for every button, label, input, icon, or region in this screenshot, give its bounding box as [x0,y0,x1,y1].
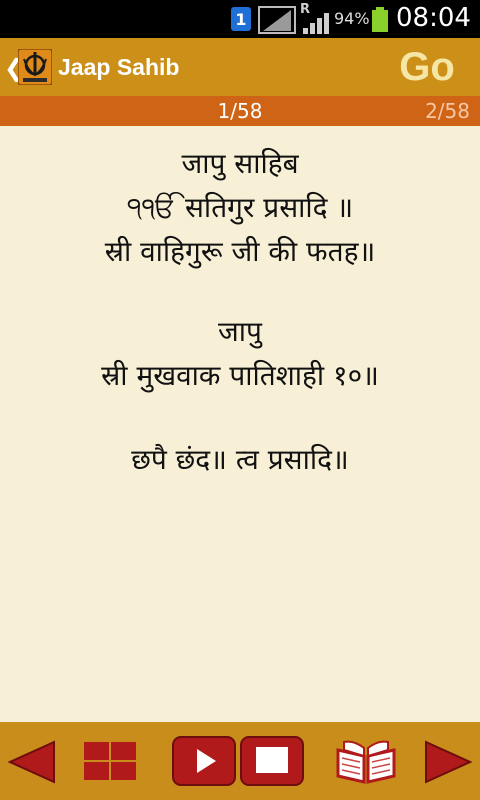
book-icon[interactable] [334,736,398,786]
signal-strength-icon [258,6,296,34]
notification-badge: 1 [231,7,251,31]
status-bar: 1 R 94% 08:04 [0,0,480,38]
verse-block: छपै छंद॥ त्व प्रसादि॥ [0,438,480,482]
verse-line: स्री वाहिगुरू जी की फतह॥ [104,235,376,268]
verse-line: ੧ੴ सतिगुर प्रसादि ॥ [126,191,354,224]
scripture-content[interactable]: जापु साहिब ੧ੴ सतिगुर प्रसादि ॥ स्री वाहि… [0,126,480,722]
previous-page-icon[interactable] [8,740,56,784]
verse-line: जापु साहिब [181,147,299,180]
battery-percent: 94% [334,9,370,28]
stop-button[interactable] [240,736,304,786]
next-page-icon[interactable] [424,740,472,784]
page-indicator-bar: 1/58 2/58 [0,96,480,126]
clock: 08:04 [396,3,471,33]
verse-block: जापु साहिब ੧ੴ सतिगुर प्रसादि ॥ स्री वाहि… [0,142,480,274]
bottom-toolbar [0,722,480,800]
next-page-number[interactable]: 2/58 [425,99,470,123]
play-button[interactable] [172,736,236,786]
current-page: 1/58 [217,99,263,123]
go-button[interactable]: Go [396,42,458,92]
title-bar: ❮ Jaap Sahib Go [0,38,480,96]
page-title: Jaap Sahib [58,54,180,80]
cell-signal-icon [303,13,329,34]
verse-line: जापु [218,315,262,348]
verse-line: छपै छंद॥ त्व प्रसादि॥ [131,443,349,476]
verse-block: जापु स्री मुखवाक पातिशाही १०॥ [0,310,480,398]
battery-icon [372,7,388,32]
verse-line: स्री मुखवाक पातिशाही १०॥ [101,359,379,392]
app-logo-icon[interactable] [18,49,52,85]
grid-view-icon[interactable] [84,742,136,780]
